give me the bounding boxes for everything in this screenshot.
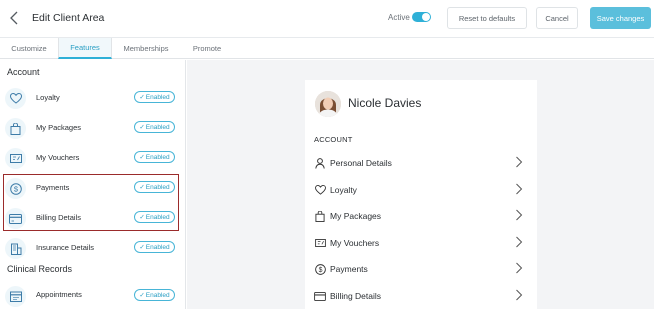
row-label: My Packages [330, 211, 382, 221]
person-icon [314, 157, 326, 169]
sidebar-item-label: Loyalty [36, 93, 60, 102]
enabled-badge[interactable]: ✓ Enabled [134, 151, 175, 163]
preview-row-personal-details[interactable]: Personal Details [305, 150, 537, 176]
chevron-right-icon [516, 236, 523, 248]
sidebar-item-label: Insurance Details [36, 243, 94, 252]
bag-icon [314, 210, 326, 222]
badge-label: Enabled [145, 123, 170, 131]
sidebar-item-label: Appointments [36, 290, 82, 299]
card-icon [314, 290, 326, 302]
row-label: Loyalty [330, 185, 357, 195]
active-label: Active [388, 13, 410, 22]
badge-label: Enabled [145, 153, 170, 161]
tab-promote[interactable]: Promote [180, 38, 234, 59]
sidebar-item-label: My Packages [36, 123, 82, 132]
reset-to-defaults-button[interactable]: Reset to defaults [447, 7, 527, 29]
badge-label: Enabled [145, 291, 170, 299]
tab-customize[interactable]: Customize [0, 38, 58, 59]
section-title-account: Account [7, 67, 40, 77]
section-title-clinical-records: Clinical Records [7, 264, 73, 274]
dollar-icon: $ [314, 263, 326, 275]
cancel-button[interactable]: Cancel [536, 7, 578, 29]
chevron-right-icon [516, 262, 523, 274]
preview-row-billing-details[interactable]: Billing Details [305, 283, 537, 309]
sidebar-item-my-vouchers[interactable]: My Vouchers ✓ Enabled [0, 143, 186, 173]
sidebar-item-appointments[interactable]: Appointments ✓ Enabled [0, 281, 186, 309]
client-area-preview-card: Nicole Davies ACCOUNT Personal Details L… [305, 80, 537, 309]
badge-label: Enabled [145, 93, 170, 101]
avatar [315, 91, 341, 117]
row-label: My Vouchers [330, 238, 380, 248]
tab-memberships[interactable]: Memberships [112, 38, 180, 59]
voucher-icon [5, 148, 26, 169]
back-button[interactable] [7, 9, 21, 27]
heart-icon [314, 184, 326, 196]
enabled-badge[interactable]: ✓ Enabled [134, 289, 175, 301]
badge-label: Enabled [145, 243, 170, 251]
tab-bar: Customize Features Memberships Promote [0, 38, 654, 59]
check-icon: ✓ [139, 124, 145, 131]
enabled-badge[interactable]: ✓ Enabled [134, 241, 175, 253]
section-title-account: ACCOUNT [314, 135, 353, 144]
page-title: Edit Client Area [32, 12, 105, 24]
sidebar-item-label: My Vouchers [36, 153, 80, 162]
preview-row-my-vouchers[interactable]: My Vouchers [305, 230, 537, 256]
preview-row-payments[interactable]: $ Payments [305, 256, 537, 282]
save-changes-button[interactable]: Save changes [590, 7, 651, 29]
chevron-right-icon [516, 183, 523, 195]
check-icon: ✓ [139, 244, 145, 251]
row-label: Personal Details [330, 158, 392, 168]
active-toggle[interactable] [412, 12, 431, 22]
check-icon: ✓ [139, 292, 145, 299]
enabled-badge[interactable]: ✓ Enabled [134, 91, 175, 103]
chevron-right-icon [516, 209, 523, 221]
profile-name: Nicole Davies [348, 96, 422, 110]
bag-icon [5, 118, 26, 139]
building-icon [5, 238, 26, 259]
highlight-box [3, 174, 179, 231]
chevron-right-icon [516, 156, 523, 168]
row-label: Payments [330, 264, 368, 274]
tab-features[interactable]: Features [58, 38, 112, 59]
chevron-left-icon [10, 11, 18, 25]
calendar-icon [5, 286, 26, 307]
voucher-icon [314, 237, 326, 249]
preview-row-my-packages[interactable]: My Packages [305, 203, 537, 229]
heart-icon [5, 88, 26, 109]
preview-row-loyalty[interactable]: Loyalty [305, 177, 537, 203]
toggle-knob [422, 13, 430, 21]
row-label: Billing Details [330, 291, 382, 301]
chevron-right-icon [516, 289, 523, 301]
check-icon: ✓ [139, 94, 145, 101]
svg-text:$: $ [318, 266, 322, 273]
sidebar-item-loyalty[interactable]: Loyalty ✓ Enabled [0, 83, 186, 113]
sidebar-item-insurance-details[interactable]: Insurance Details ✓ Enabled [0, 233, 186, 263]
check-icon: ✓ [139, 154, 145, 161]
sidebar-item-my-packages[interactable]: My Packages ✓ Enabled [0, 113, 186, 143]
header-bar: Edit Client Area Active Reset to default… [0, 0, 654, 38]
enabled-badge[interactable]: ✓ Enabled [134, 121, 175, 133]
